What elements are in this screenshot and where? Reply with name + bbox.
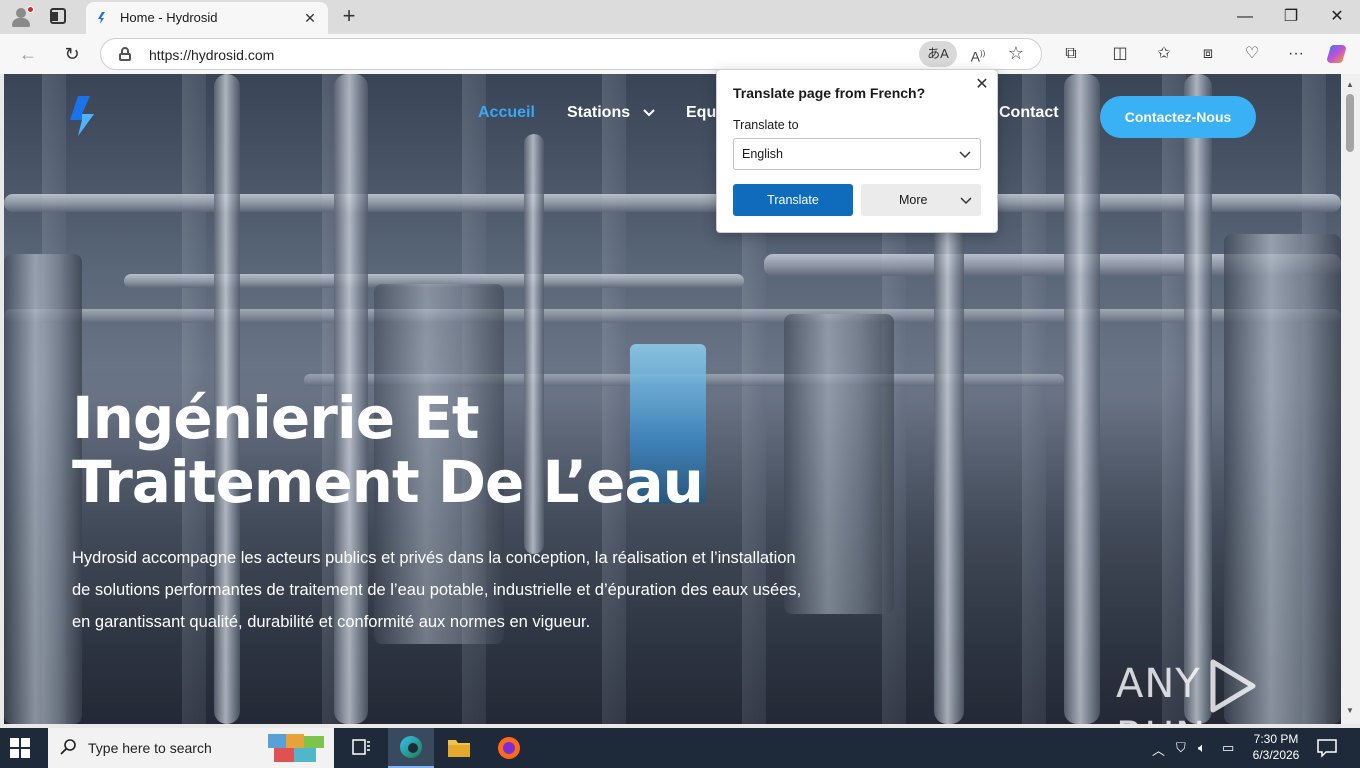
watermark-right: RUN bbox=[1116, 714, 1206, 724]
hero-description: Hydrosid accompagne les acteurs publics … bbox=[72, 549, 802, 631]
scroll-up-icon[interactable]: ▲ bbox=[1345, 80, 1355, 89]
taskbar-clock[interactable]: 7:30 PM 6/3/2026 bbox=[1244, 731, 1308, 763]
split-screen-icon[interactable]: ◫ bbox=[1108, 42, 1132, 66]
hero-title-line-2: Traitement De L’eau bbox=[72, 448, 704, 516]
display-icon[interactable]: ▭ bbox=[1222, 740, 1234, 756]
network-icon[interactable]: ⛉ bbox=[1176, 740, 1186, 756]
nav-accueil[interactable]: Accueil bbox=[478, 104, 535, 122]
translate-icon[interactable]: あA bbox=[919, 41, 957, 67]
more-button-label: More bbox=[899, 193, 928, 207]
favorites-icon[interactable]: ✩ bbox=[1152, 42, 1176, 66]
volume-icon[interactable]: 🔈︎ bbox=[1198, 740, 1206, 756]
translate-popup-title: Translate page from French? bbox=[733, 85, 926, 101]
firefox-icon[interactable] bbox=[486, 728, 532, 768]
watermark-left: ANY bbox=[1116, 661, 1201, 707]
copilot-icon[interactable] bbox=[1326, 42, 1350, 66]
nav-equipements[interactable]: Equ bbox=[686, 104, 716, 122]
language-select-value: English bbox=[742, 147, 783, 161]
refresh-icon[interactable]: ↻ bbox=[58, 40, 86, 68]
taskbar-search-box[interactable]: Type here to search bbox=[48, 728, 334, 768]
page-viewport: Accueil Stations Equ Contact Contactez-N… bbox=[4, 74, 1341, 724]
add-favorite-icon[interactable]: ☆ bbox=[1005, 42, 1027, 64]
hydrosid-logo[interactable] bbox=[64, 94, 104, 138]
chevron-down-icon bbox=[960, 197, 972, 205]
browser-tab[interactable]: Home - Hydrosid ✕ bbox=[86, 2, 328, 34]
tab-close-icon[interactable]: ✕ bbox=[300, 8, 320, 28]
nav-stations-label: Stations bbox=[567, 104, 631, 121]
new-tab-icon[interactable]: + bbox=[336, 4, 362, 30]
language-select[interactable]: English bbox=[733, 138, 981, 170]
search-highlight-puzzle-icon bbox=[268, 734, 324, 762]
tab-title: Home - Hydrosid bbox=[120, 10, 218, 25]
hydrosid-favicon-icon bbox=[98, 12, 105, 24]
task-view-icon[interactable] bbox=[338, 728, 384, 768]
hero-title-line-1: Ingénierie Et bbox=[72, 384, 480, 452]
tab-actions-icon[interactable] bbox=[50, 8, 68, 26]
play-icon bbox=[1210, 659, 1256, 713]
profile-avatar-icon[interactable] bbox=[8, 5, 34, 29]
edge-taskbar-icon[interactable] bbox=[388, 728, 434, 768]
file-explorer-icon[interactable] bbox=[436, 728, 482, 768]
window-close-icon[interactable]: ✕ bbox=[1314, 0, 1360, 34]
windows-taskbar: Type here to search ︿ ⛉ 🔈︎ ▭ 7:30 PM 6/3… bbox=[0, 728, 1360, 768]
notifications-icon[interactable] bbox=[1316, 738, 1338, 758]
settings-more-icon[interactable]: ··· bbox=[1284, 42, 1308, 66]
tray-chevron-up-icon[interactable]: ︿ bbox=[1152, 740, 1165, 759]
search-icon bbox=[60, 739, 76, 755]
browser-toolbar: ← ↻ https://hydrosid.com あA A)) ☆ ⧉ ◫ ✩ … bbox=[0, 34, 1360, 74]
nav-contact[interactable]: Contact bbox=[999, 104, 1059, 122]
clock-time: 7:30 PM bbox=[1253, 732, 1299, 746]
chevron-down-icon bbox=[642, 109, 655, 117]
browser-essentials-icon[interactable]: ♡ bbox=[1240, 42, 1264, 66]
anyrun-watermark: ANY RUN bbox=[1116, 658, 1341, 724]
hero-title: Ingénierie Et Traitement De L’eau bbox=[72, 386, 832, 514]
popup-close-icon[interactable]: ✕ bbox=[973, 76, 991, 94]
windows-start-icon[interactable] bbox=[10, 738, 30, 758]
contactez-nous-button[interactable]: Contactez-Nous bbox=[1100, 96, 1256, 138]
lock-icon[interactable] bbox=[119, 47, 131, 61]
translate-to-label: Translate to bbox=[733, 118, 799, 132]
more-button[interactable]: More bbox=[861, 184, 981, 216]
translate-popup: Translate page from French? ✕ Translate … bbox=[716, 69, 998, 233]
nav-stations[interactable]: Stations bbox=[567, 104, 655, 122]
translate-button[interactable]: Translate bbox=[733, 184, 853, 216]
chevron-down-icon bbox=[959, 151, 971, 159]
extensions-icon[interactable]: ⧉ bbox=[1059, 42, 1083, 66]
address-url[interactable]: https://hydrosid.com bbox=[149, 47, 274, 63]
read-aloud-icon[interactable]: A)) bbox=[967, 43, 989, 65]
clock-date: 6/3/2026 bbox=[1252, 748, 1300, 762]
collections-icon[interactable]: ⧈ bbox=[1196, 42, 1220, 66]
page-scrollbar[interactable]: ▲ ▼ bbox=[1341, 74, 1360, 724]
address-bar[interactable]: https://hydrosid.com あA A)) ☆ bbox=[100, 38, 1042, 70]
tab-strip: Home - Hydrosid ✕ + — ❐ ✕ bbox=[0, 0, 1360, 34]
scroll-down-icon[interactable]: ▼ bbox=[1345, 706, 1355, 715]
search-placeholder: Type here to search bbox=[88, 740, 212, 756]
back-arrow-icon[interactable]: ← bbox=[14, 40, 42, 68]
minimize-icon[interactable]: — bbox=[1222, 0, 1268, 34]
restore-icon[interactable]: ❐ bbox=[1268, 0, 1314, 34]
scrollbar-thumb[interactable] bbox=[1346, 94, 1354, 152]
